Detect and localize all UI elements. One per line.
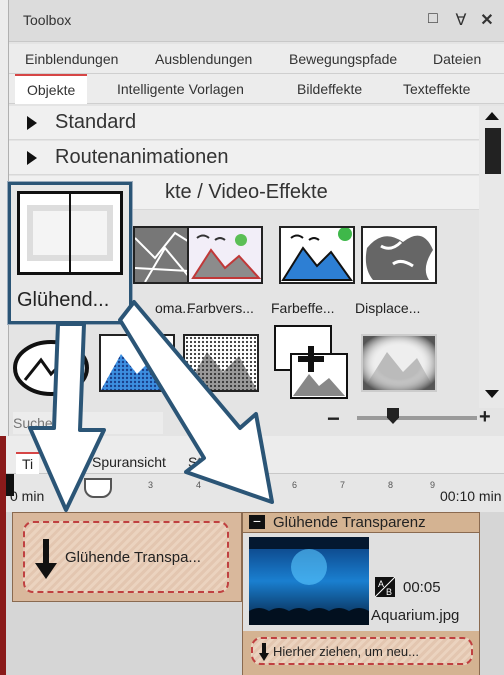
close-icon[interactable]: ✕ — [477, 10, 497, 30]
arrow-down-icon — [259, 643, 269, 661]
effect-duplicate-thumb[interactable] — [271, 324, 353, 404]
image-clip[interactable]: AB 00:05 Aquarium.jpg — [243, 533, 479, 631]
ruler-tick: 6 — [292, 480, 298, 490]
aquarium-thumbnail — [249, 537, 369, 625]
tab-row-1: Einblendungen Ausblendungen Bewegungspfa… — [9, 44, 504, 74]
halftone-image-icon — [101, 336, 173, 390]
halftone-gray-image-icon — [185, 336, 257, 390]
glow-transparency-icon — [20, 194, 120, 272]
svg-text:A: A — [378, 579, 384, 589]
effect-object-block[interactable]: − Glühende Transparenz AB 00:05 Aquarium… — [242, 512, 480, 675]
effect-header: − Glühende Transparenz — [243, 513, 479, 533]
ruler-tick: 5 — [244, 480, 250, 490]
effect-blur-thumb[interactable] — [361, 334, 437, 392]
displace-image-icon — [363, 228, 435, 282]
ruler-tick: 7 — [340, 480, 346, 490]
drag-target-block[interactable]: Glühende Transpa... — [12, 512, 242, 602]
scrollbar-thumb[interactable] — [485, 128, 501, 174]
drop-hint-zone[interactable]: Hierher ziehen, um neu... — [251, 637, 473, 665]
effect-halftone-blue-thumb[interactable] — [99, 334, 175, 392]
effect-farbverschiebung-thumb[interactable] — [187, 226, 263, 284]
effect-label: Farbeffe... — [271, 300, 335, 316]
tab-ausblendungen[interactable]: Ausblendungen — [155, 44, 252, 74]
section-label: Standard — [55, 111, 137, 133]
tab-dateien[interactable]: Dateien — [433, 44, 481, 74]
section-standard[interactable]: Standard — [9, 106, 479, 140]
playhead-marker[interactable] — [6, 474, 14, 496]
tab-row-2: Objekte Intelligente Vorlagen Bildeffekt… — [9, 74, 504, 104]
expand-arrow-icon — [27, 151, 37, 165]
clip-duration: 00:05 — [403, 579, 441, 596]
drag-preview-popup: Glühend... — [8, 182, 132, 324]
color-shift-image-icon — [189, 228, 261, 282]
glow-transparency-thumb — [17, 191, 123, 275]
drop-hint-label: Hierher ziehen, um neu... — [273, 644, 419, 659]
ruler-tick: 4 — [196, 480, 202, 490]
vertical-scrollbar[interactable] — [479, 106, 504, 408]
effect-displacement-thumb[interactable] — [361, 226, 437, 284]
ruler-start-label: 0 min — [10, 488, 45, 504]
tab-spuransicht[interactable]: Spuransicht — [92, 454, 166, 470]
effect-title: Glühende Transparenz — [273, 514, 426, 531]
tab-bewegungspfade[interactable]: Bewegungspfade — [289, 44, 397, 74]
add-image-icon — [274, 325, 348, 399]
effect-farbeffekt-thumb[interactable] — [279, 226, 355, 284]
blur-image-icon — [363, 336, 435, 390]
tab-storyboard[interactable]: Sto — [188, 454, 209, 470]
expand-arrow-icon — [27, 116, 37, 130]
section-label: kte / Video-Effekte — [165, 181, 328, 203]
scroll-down-icon[interactable] — [485, 390, 499, 400]
pin-icon[interactable]: Ɐ — [451, 10, 471, 30]
tab-objekte[interactable]: Objekte — [15, 74, 88, 104]
search-bar — [9, 408, 504, 436]
svg-text:B: B — [386, 587, 392, 597]
toolbox-titlebar: Toolbox □ Ɐ ✕ — [9, 0, 504, 42]
range-marker[interactable] — [84, 478, 112, 498]
toolbox-title: Toolbox — [23, 12, 72, 28]
popup-label: Glühend... — [17, 289, 110, 311]
clip-filename: Aquarium.jpg — [371, 607, 460, 624]
drop-zone[interactable]: Glühende Transpa... — [23, 521, 229, 593]
effect-halftone-gray-thumb[interactable] — [183, 334, 259, 392]
tab-bildeffekte[interactable]: Bildeffekte — [297, 74, 362, 104]
ruler-tick: 8 — [388, 480, 394, 490]
scroll-up-icon[interactable] — [485, 110, 499, 120]
tab-einblendungen[interactable]: Einblendungen — [25, 44, 118, 74]
timeline-panel: Ti Spuransicht Sto 0 min 3 4 5 6 7 8 9 0… — [0, 436, 504, 675]
timeline-tabs: Ti Spuransicht Sto — [6, 446, 504, 476]
tab-intelligente-vorlagen[interactable]: Intelligente Vorlagen — [117, 74, 244, 104]
ruler-tick: 9 — [430, 480, 436, 490]
color-effect-image-icon — [281, 228, 353, 282]
zoom-plus-button[interactable]: + — [479, 406, 491, 429]
arrow-down-icon — [35, 539, 57, 579]
drop-zone-label: Glühende Transpa... — [65, 549, 201, 566]
search-input[interactable] — [13, 412, 163, 434]
time-ruler[interactable]: 0 min 3 4 5 6 7 8 9 00:10 min — [6, 474, 504, 512]
zoom-minus-button[interactable]: − — [327, 406, 340, 432]
zoom-slider-track[interactable] — [357, 416, 477, 420]
section-label: Routenanimationen — [55, 146, 229, 168]
timeline-track[interactable]: Glühende Transpa... − Glühende Transpare… — [6, 512, 504, 675]
effect-oval-thumb[interactable] — [13, 334, 93, 398]
tab-timeline[interactable]: Ti — [16, 452, 40, 476]
restore-icon[interactable]: □ — [423, 10, 443, 28]
ruler-tick: 3 — [148, 480, 154, 490]
section-routenanimationen[interactable]: Routenanimationen — [9, 141, 479, 175]
collapse-button[interactable]: − — [249, 514, 265, 529]
oval-mask-icon — [13, 340, 89, 396]
ruler-end-label: 00:10 min — [440, 488, 502, 504]
tab-texteffekte[interactable]: Texteffekte — [403, 74, 470, 104]
ab-badge-icon: AB — [375, 577, 395, 597]
drop-hint-area: Hierher ziehen, um neu... — [243, 631, 479, 675]
effect-label: Displace... — [355, 300, 421, 316]
effect-label: Farbvers... — [187, 300, 254, 316]
